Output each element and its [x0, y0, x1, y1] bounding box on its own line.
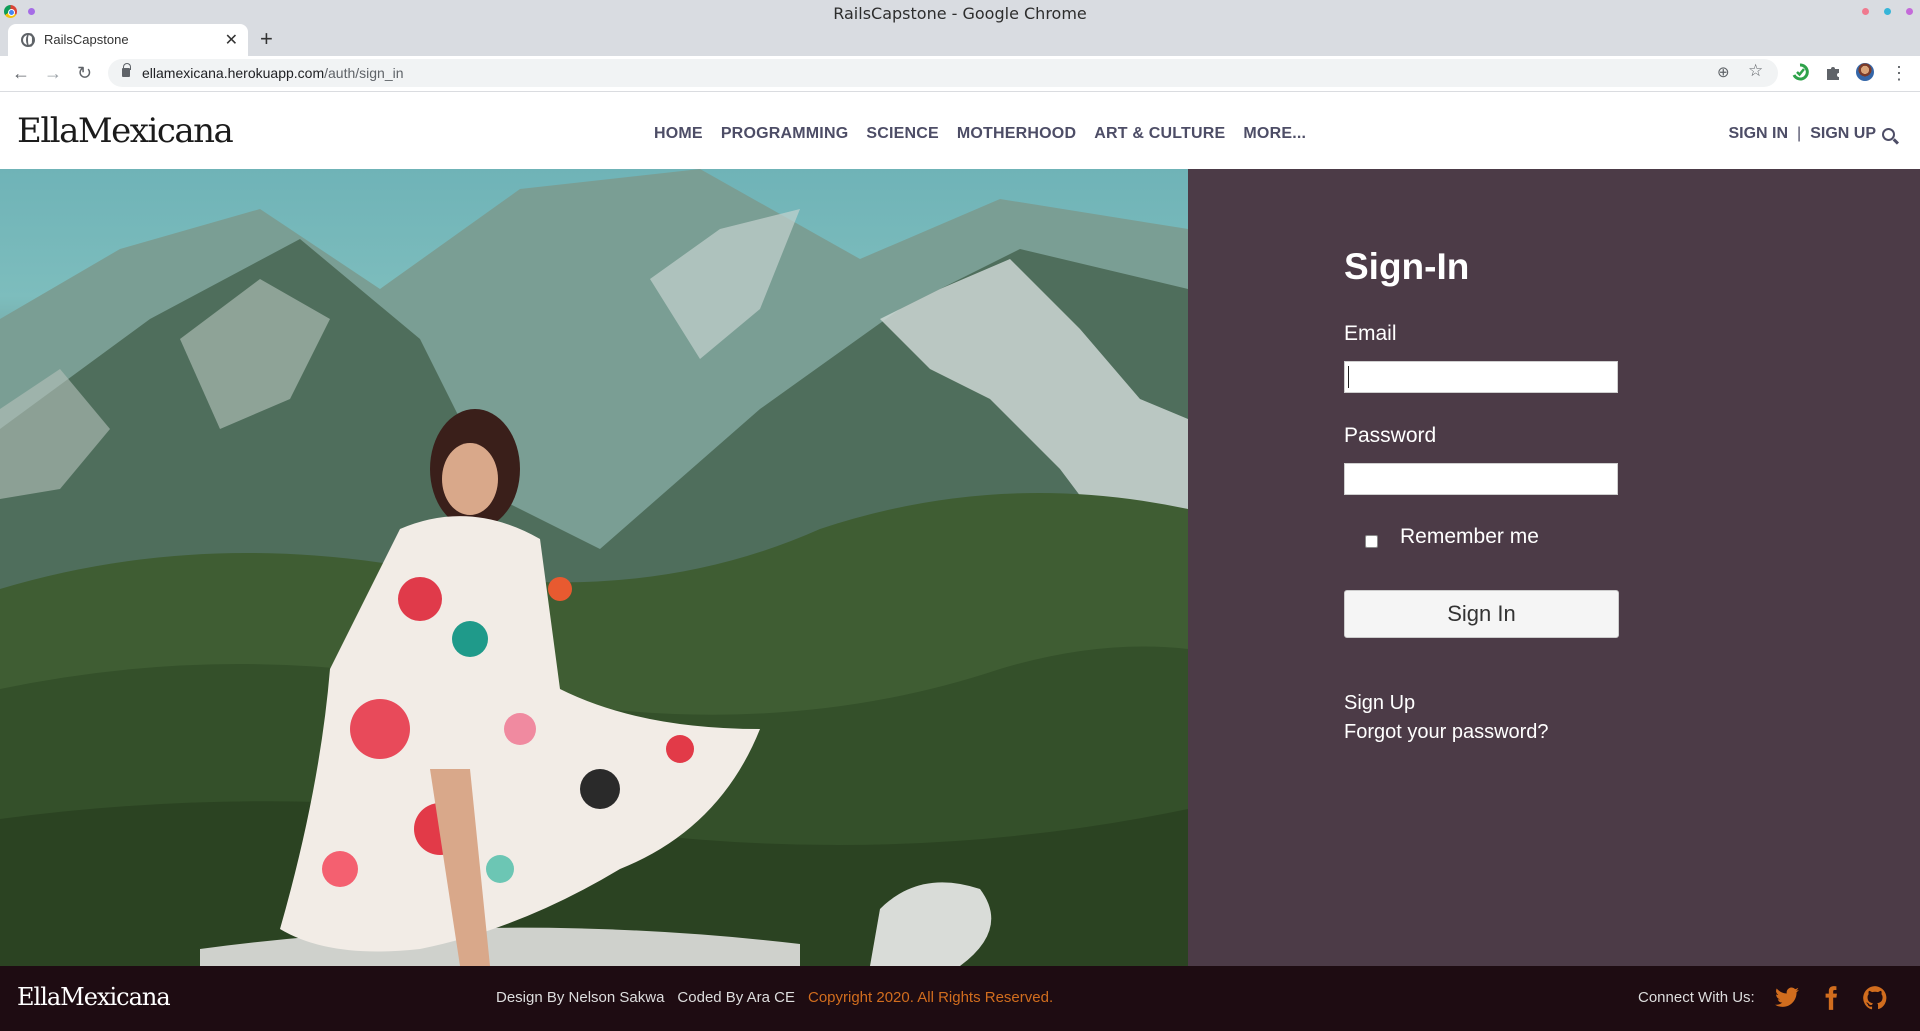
text-caret — [1348, 366, 1349, 388]
sign-in-panel: Sign-In Email Password Remember me Sign … — [1188, 169, 1920, 966]
remember-me-checkbox[interactable] — [1365, 535, 1378, 548]
nav-home[interactable]: HOME — [654, 125, 703, 143]
password-label: Password — [1344, 424, 1437, 447]
auth-links: SIGN IN | SIGN UP — [1728, 125, 1876, 143]
close-window-icon[interactable] — [1906, 8, 1913, 15]
sign-up-link[interactable]: SIGN UP — [1810, 125, 1876, 143]
nav-programming[interactable]: PROGRAMMING — [721, 125, 849, 143]
browser-toolbar: ← → ↻ ellamexicana.herokuapp.com/auth/si… — [0, 56, 1920, 92]
window-titlebar: RailsCapstone - Google Chrome — [0, 0, 1920, 24]
copyright-text: Copyright 2020. All Rights Reserved. — [807, 989, 1054, 1006]
sign-in-link[interactable]: SIGN IN — [1728, 125, 1788, 143]
search-icon[interactable] — [1882, 128, 1895, 141]
password-field[interactable] — [1344, 463, 1618, 495]
forgot-password-link[interactable]: Forgot your password? — [1344, 721, 1549, 744]
remember-me-label[interactable]: Remember me — [1400, 525, 1539, 549]
extensions-puzzle-icon[interactable] — [1824, 63, 1842, 81]
footer-credits: Design By Nelson Sakwa Coded By Ara CE C… — [496, 989, 1053, 1006]
sign-in-button[interactable]: Sign In — [1344, 590, 1619, 638]
nav-motherhood[interactable]: MOTHERHOOD — [957, 125, 1076, 143]
auth-separator: | — [1797, 125, 1802, 142]
footer-logo[interactable]: EllaMexicana — [17, 983, 171, 1011]
nav-science[interactable]: SCIENCE — [866, 125, 939, 143]
site-header: EllaMexicana HOME PROGRAMMING SCIENCE MO… — [0, 92, 1920, 169]
back-button[interactable]: ← — [12, 61, 30, 85]
url-text[interactable]: ellamexicana.herokuapp.com/auth/sign_in — [142, 65, 404, 81]
email-field[interactable] — [1344, 361, 1618, 393]
email-label: Email — [1344, 322, 1397, 345]
nav-more[interactable]: MORE... — [1243, 125, 1306, 143]
window-title: RailsCapstone - Google Chrome — [833, 4, 1087, 23]
chrome-menu-icon[interactable]: ⋮ — [1890, 61, 1908, 85]
reload-button[interactable]: ↻ — [77, 61, 92, 85]
lock-icon[interactable] — [122, 63, 131, 77]
code-credit: Coded By Ara CE — [677, 989, 795, 1006]
github-icon[interactable] — [1862, 985, 1888, 1011]
address-bar[interactable]: ellamexicana.herokuapp.com/auth/sign_in … — [108, 59, 1778, 87]
tab-strip: RailsCapstone ✕ + — [0, 24, 1920, 56]
maximize-icon[interactable] — [1884, 8, 1891, 15]
sign-up-link-panel[interactable]: Sign Up — [1344, 692, 1415, 715]
site-footer: EllaMexicana Design By Nelson Sakwa Code… — [0, 966, 1920, 1031]
nav-art-culture[interactable]: ART & CULTURE — [1094, 125, 1225, 143]
main-nav: HOME PROGRAMMING SCIENCE MOTHERHOOD ART … — [654, 125, 1306, 143]
mountain-landscape-image — [0, 169, 1188, 966]
connect-label: Connect With Us: — [1638, 989, 1755, 1006]
site-logo[interactable]: EllaMexicana — [17, 111, 234, 151]
profile-avatar[interactable] — [1856, 63, 1874, 81]
twitter-icon[interactable] — [1774, 985, 1800, 1011]
minimize-icon[interactable] — [1862, 8, 1869, 15]
tab-title: RailsCapstone — [44, 32, 129, 47]
zoom-icon[interactable]: ⊕ — [1717, 63, 1730, 81]
globe-icon — [21, 33, 35, 47]
url-domain: ellamexicana.herokuapp.com — [142, 65, 325, 81]
hero-image — [0, 169, 1188, 966]
bookmark-star-icon[interactable]: ☆ — [1748, 61, 1763, 81]
extension-green-icon[interactable] — [1791, 63, 1809, 81]
url-path: /auth/sign_in — [324, 65, 404, 81]
forward-button[interactable]: → — [44, 61, 62, 85]
new-tab-button[interactable]: + — [260, 27, 273, 51]
sign-in-title: Sign-In — [1344, 246, 1470, 287]
design-credit: Design By Nelson Sakwa — [496, 989, 665, 1006]
tab-railscapstone[interactable]: RailsCapstone ✕ — [8, 24, 248, 56]
facebook-icon[interactable] — [1818, 985, 1844, 1011]
tab-close-icon[interactable]: ✕ — [225, 30, 238, 50]
